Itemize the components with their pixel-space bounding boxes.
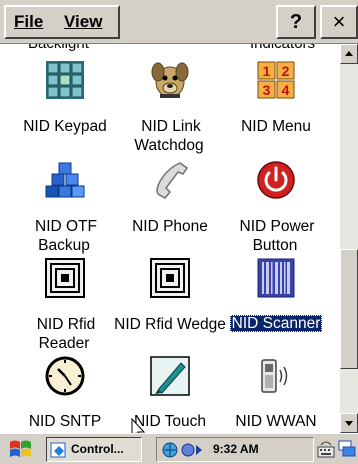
control-panel-icon [50,442,66,458]
item-nid-link-watchdog[interactable]: NID Link Watchdog [112,60,228,160]
backup-cubes-icon [45,162,85,198]
taskbar: Control... 9:32 AM [0,433,358,464]
item-label: NID SNTP [28,413,102,430]
menu-grid-icon: 1 2 3 4 [257,61,295,99]
item-label: NID Rfid Reader [36,316,96,352]
scroll-up-button[interactable] [340,44,358,64]
wwan-device-icon [261,359,288,393]
menu-group: File View [4,5,120,39]
keyboard-icon[interactable] [317,439,335,459]
item-nid-scanner[interactable]: NID Scanner [218,258,334,354]
rfid-wedge-icon [150,258,190,298]
item-nid-power-button[interactable]: NID Power Button [218,160,334,256]
item-label: NID Touch [133,413,207,430]
menu-digit: 3 [263,82,271,98]
item-nid-sntp[interactable]: NID SNTP [7,356,123,433]
close-button[interactable]: × [320,5,358,39]
item-nid-keypad[interactable]: NID Keypad [7,60,123,156]
arrow-up-icon [345,51,353,56]
item-nid-otf-backup[interactable]: NID OTF Backup [7,160,123,256]
network-globe-icon[interactable] [161,441,179,459]
start-button[interactable] [8,438,34,462]
partial-label-indicators[interactable]: Indicators [250,44,315,52]
item-label: NID Power Button [239,218,315,254]
file-menu[interactable]: File [14,12,43,32]
partial-label-backlight[interactable]: Backlight [28,44,89,52]
item-label: NID Keypad [23,118,107,135]
menu-digit: 4 [282,82,290,98]
system-tray: 9:32 AM [156,437,314,462]
item-label: NID Rfid Wedge [114,316,226,333]
stylus-icon [150,356,190,396]
keypad-icon [46,61,84,99]
clock-time[interactable]: 9:32 AM [213,442,259,456]
item-label: NID WWAN [235,413,317,430]
item-label: NID Scanner [229,315,323,332]
clock-icon [45,356,85,396]
show-desktop-icon[interactable] [338,439,356,459]
phone-handset-icon [156,162,189,199]
item-nid-rfid-wedge[interactable]: NID Rfid Wedge [112,258,228,354]
item-label: NID OTF Backup [35,218,97,254]
task-label: Control... [71,442,124,456]
vertical-scrollbar[interactable] [340,44,358,433]
item-nid-wwan[interactable]: NID WWAN [218,356,334,433]
menu-digit: 2 [282,63,290,79]
rfid-reader-icon [45,258,85,298]
item-label: NID Menu [241,118,311,135]
power-button-icon [257,161,295,199]
item-label: NID Phone [132,218,208,235]
mouse-cursor-icon [131,418,146,433]
item-nid-touch[interactable]: NID Touch [112,356,228,433]
menu-digit: 1 [263,63,271,79]
item-nid-menu[interactable]: 1 2 3 4 NID Menu [218,60,334,156]
menu-bar: File View ? × [0,0,358,44]
barcode-scanner-icon [257,258,295,298]
icon-list-view: Backlight Indicators NID Keypad NID Link… [0,44,340,433]
watchdog-icon [151,62,189,98]
item-nid-phone[interactable]: NID Phone [112,160,228,256]
sync-arrow-icon[interactable] [181,441,203,459]
scroll-down-button[interactable] [340,413,358,433]
task-control-panel[interactable]: Control... [46,437,142,462]
item-label: NID Link Watchdog [134,118,204,154]
view-menu[interactable]: View [64,12,102,32]
help-button[interactable]: ? [276,5,316,39]
scroll-thumb[interactable] [340,249,358,369]
arrow-down-icon [345,421,353,426]
item-nid-rfid-reader[interactable]: NID Rfid Reader [7,258,123,354]
